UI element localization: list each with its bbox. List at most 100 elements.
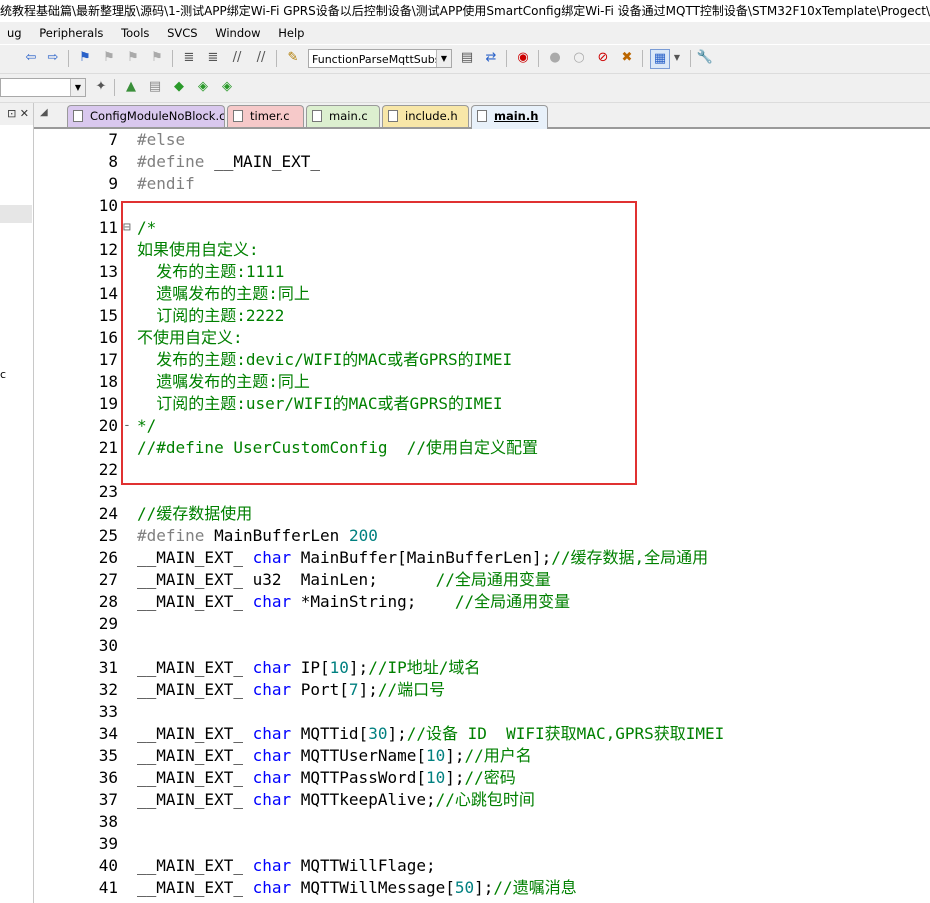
comment-icon[interactable]: // xyxy=(228,49,246,67)
bookmark-toggle-icon[interactable]: ⚑ xyxy=(76,49,94,67)
code-line[interactable]: 24 //缓存数据使用 xyxy=(34,503,930,525)
code-line[interactable]: 32 __MAIN_EXT_ char Port[7];//端口号 xyxy=(34,679,930,701)
menu-svcs[interactable]: SVCS xyxy=(160,22,205,44)
bookmark-clear-icon[interactable]: ⚑ xyxy=(148,49,166,67)
run-time-environment-icon[interactable]: ◈ xyxy=(218,78,236,96)
code-token: __MAIN_EXT_ xyxy=(137,878,253,897)
line-number: 30 xyxy=(98,636,118,655)
indent-icon[interactable]: ≣ xyxy=(180,49,198,67)
menu-bar: ug Peripherals Tools SVCS Window Help xyxy=(0,22,930,44)
line-number: 37 xyxy=(98,790,118,809)
code-line[interactable]: 37 __MAIN_EXT_ char MQTTkeepAlive;//心跳包时间 xyxy=(34,789,930,811)
code-token: __MAIN_EXT_ xyxy=(137,790,253,809)
toolbar-main: ▏ ⇦ ⇨ ⚑ ⚑ ⚑ ⚑ ≣ ≣ // // ✎ FunctionParseM… xyxy=(0,45,930,74)
find-icon[interactable]: ▤ xyxy=(458,49,476,67)
function-combo[interactable]: FunctionParseMqttSubsc ▼ xyxy=(308,49,452,68)
code-line[interactable]: 26 __MAIN_EXT_ char MainBuffer[MainBuffer… xyxy=(34,547,930,569)
window-layout-icon[interactable]: ▦ xyxy=(650,49,670,69)
breakpoint-insert-icon[interactable]: ● xyxy=(546,49,564,67)
code-text: #else xyxy=(137,129,185,151)
code-text: //缓存数据使用 xyxy=(137,503,252,525)
menu-debug[interactable]: ug xyxy=(0,22,29,44)
code-token: char xyxy=(252,768,292,787)
code-line[interactable]: 30 xyxy=(34,635,930,657)
breakpoint-kill-icon[interactable]: ✖ xyxy=(618,49,636,67)
manage-project-icon[interactable]: ▲ xyxy=(122,78,140,96)
unindent-icon[interactable]: ≣ xyxy=(204,49,222,67)
tab-scroll-left-icon[interactable]: ◢ xyxy=(40,107,60,127)
toolbar-edge-icon[interactable]: ▏ xyxy=(0,49,12,67)
code-token: char xyxy=(252,746,292,765)
code-line[interactable]: 9 #endif xyxy=(34,173,930,195)
code-line[interactable]: 25 #define MainBufferLen 200 xyxy=(34,525,930,547)
code-text: __MAIN_EXT_ char MQTTWillMessage[50];//遗… xyxy=(137,877,577,899)
line-number: 35 xyxy=(98,746,118,765)
code-line[interactable]: 8 #define __MAIN_EXT_ xyxy=(34,151,930,173)
toolbar-build: ▼ ✦ ▲ ▤ ◆ ◈ ◈ xyxy=(0,74,930,103)
chevron-down-icon[interactable]: ▼ xyxy=(436,50,451,67)
line-number: 14 xyxy=(98,284,118,303)
code-text: __MAIN_EXT_ u32 MainLen; //全局通用变量 xyxy=(137,569,551,591)
code-line[interactable]: 36 __MAIN_EXT_ char MQTTPassWord[10];//密码 xyxy=(34,767,930,789)
navigate-back-icon[interactable]: ⇦ xyxy=(22,49,40,67)
code-token: MQTTkeepAlive; xyxy=(291,790,436,809)
code-line[interactable]: 40 __MAIN_EXT_ char MQTTWillFlage; xyxy=(34,855,930,877)
breakpoint-enable-icon[interactable]: ○ xyxy=(570,49,588,67)
editor-tab-strip: ◢ ConfigModuleNoBlock.c timer.c main.c i… xyxy=(34,103,930,129)
code-token: ]; xyxy=(474,878,494,897)
manage-components-icon[interactable]: ◈ xyxy=(194,78,212,96)
tab-timer[interactable]: timer.c xyxy=(227,105,304,127)
chevron-down-icon[interactable]: ▼ xyxy=(668,49,686,67)
configure-icon[interactable]: 🔧 xyxy=(696,49,714,67)
bookmark-prev-icon[interactable]: ⚑ xyxy=(100,49,118,67)
select-packs-icon[interactable]: ▤ xyxy=(146,78,164,96)
menu-window[interactable]: Window xyxy=(208,22,267,44)
code-text: __MAIN_EXT_ char MainBuffer[MainBufferLe… xyxy=(137,547,708,569)
chevron-down-icon[interactable]: ▼ xyxy=(70,79,85,96)
tab-main-h[interactable]: main.h xyxy=(471,105,548,129)
tab-configmodulenoblock[interactable]: ConfigModuleNoBlock.c xyxy=(67,105,225,127)
line-number: 40 xyxy=(98,856,118,875)
target-options-icon[interactable]: ✦ xyxy=(92,78,110,96)
bookmark-next-icon[interactable]: ⚑ xyxy=(124,49,142,67)
tab-main-c[interactable]: main.c xyxy=(306,105,380,127)
code-line[interactable]: 27 __MAIN_EXT_ u32 MainLen; //全局通用变量 xyxy=(34,569,930,591)
code-line[interactable]: 39 xyxy=(34,833,930,855)
line-number: 38 xyxy=(98,812,118,831)
menu-peripherals[interactable]: Peripherals xyxy=(32,22,110,44)
code-token: char xyxy=(252,878,292,897)
code-token: 10 xyxy=(425,746,446,765)
tab-label: main.h xyxy=(494,109,539,123)
panel-pin-icon[interactable]: ⊡ ✕ xyxy=(0,103,33,125)
target-combo[interactable]: ▼ xyxy=(0,78,86,97)
selected-tree-item[interactable] xyxy=(0,205,32,223)
code-line[interactable]: 29 xyxy=(34,613,930,635)
code-line[interactable]: 34 __MAIN_EXT_ char MQTTid[30];//设备 ID WI… xyxy=(34,723,930,745)
line-number: 39 xyxy=(98,834,118,853)
code-line[interactable]: 28 __MAIN_EXT_ char *MainString; //全局通用变量 xyxy=(34,591,930,613)
uncomment-icon[interactable]: // xyxy=(252,49,270,67)
code-token: ]; xyxy=(445,768,465,787)
code-line[interactable]: 33 xyxy=(34,701,930,723)
file-icon xyxy=(312,110,322,122)
find-in-files-icon[interactable]: ✎ xyxy=(284,49,302,67)
code-line[interactable]: 31 __MAIN_EXT_ char IP[10];//IP地址/域名 xyxy=(34,657,930,679)
code-token: //设备 ID WIFI获取MAC,GPRS获取IMEI xyxy=(406,724,725,743)
code-line[interactable]: 35 __MAIN_EXT_ char MQTTUserName[10];//用户… xyxy=(34,745,930,767)
replace-icon[interactable]: ⇄ xyxy=(482,49,500,67)
tab-include-h[interactable]: include.h xyxy=(382,105,469,127)
code-line[interactable]: 38 xyxy=(34,811,930,833)
code-line[interactable]: 41 __MAIN_EXT_ char MQTTWillMessage[50];/… xyxy=(34,877,930,899)
code-line[interactable]: 7 #else xyxy=(34,129,930,151)
navigate-forward-icon[interactable]: ⇨ xyxy=(44,49,62,67)
pack-installer-icon[interactable]: ◆ xyxy=(170,78,188,96)
line-number: 28 xyxy=(98,592,118,611)
menu-help[interactable]: Help xyxy=(271,22,311,44)
debug-session-icon[interactable]: ◉ xyxy=(514,49,532,67)
line-number: 7 xyxy=(108,130,118,149)
code-token: //全局通用变量 xyxy=(454,592,571,611)
menu-tools[interactable]: Tools xyxy=(114,22,156,44)
breakpoint-disable-icon[interactable]: ⊘ xyxy=(594,49,612,67)
line-number: 15 xyxy=(98,306,118,325)
code-token: 50 xyxy=(454,878,475,897)
